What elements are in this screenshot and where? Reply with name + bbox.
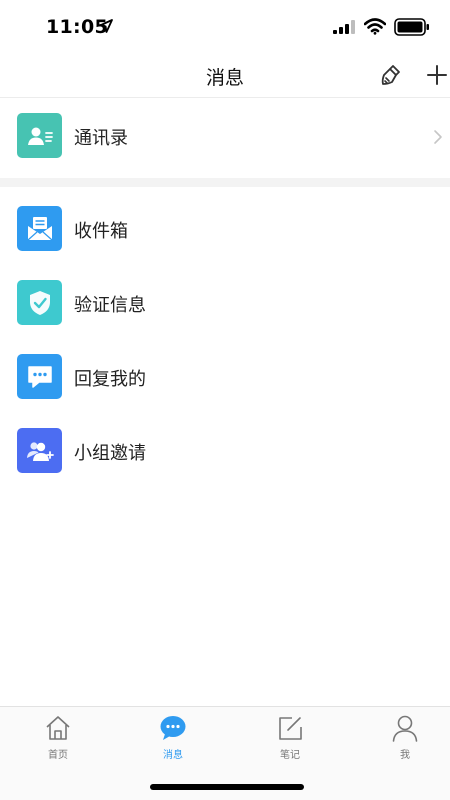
tab-me[interactable]: 我 — [360, 713, 450, 773]
tab-label: 笔记 — [280, 750, 300, 761]
mail-inbox-icon — [27, 216, 52, 240]
chevron-right-icon — [434, 130, 442, 144]
tab-messages[interactable]: 消息 — [128, 713, 218, 773]
list-item-label: 收件箱 — [74, 221, 128, 242]
contacts-tile — [17, 113, 62, 158]
tab-notes[interactable]: 笔记 — [245, 713, 335, 773]
cellular-signal-icon — [333, 20, 355, 34]
contacts-row[interactable]: 通讯录 — [0, 100, 450, 172]
inbox-tile — [17, 206, 62, 251]
status-bar: 11:05 — [0, 0, 450, 54]
contacts-label: 通讯录 — [74, 128, 128, 149]
tab-label: 我 — [400, 750, 410, 761]
home-indicator — [150, 784, 304, 790]
list-item-label: 验证信息 — [74, 295, 146, 316]
list-item-group-invite[interactable]: 小组邀请 — [0, 413, 450, 485]
tab-label: 首页 — [48, 750, 68, 761]
list-item-verification[interactable]: 验证信息 — [0, 265, 450, 337]
chat-bubble-icon — [27, 365, 52, 388]
chat-bubble-icon — [160, 716, 186, 740]
person-icon — [392, 715, 418, 742]
shield-check-icon — [29, 290, 50, 315]
edit-note-icon — [279, 717, 302, 740]
list-item-label: 回复我的 — [74, 369, 146, 390]
wifi-icon — [364, 18, 386, 35]
group-add-icon — [26, 441, 54, 461]
location-arrow-icon — [99, 19, 113, 33]
group-invite-tile — [17, 428, 62, 473]
broom-icon[interactable] — [378, 62, 404, 88]
list-item-label: 小组邀请 — [74, 443, 146, 464]
replies-tile — [17, 354, 62, 399]
nav-bar: 消息 — [0, 54, 450, 98]
home-icon — [46, 716, 70, 740]
list-item-replies[interactable]: 回复我的 — [0, 340, 450, 412]
tab-home[interactable]: 首页 — [13, 713, 103, 773]
verification-tile — [17, 280, 62, 325]
battery-icon — [394, 18, 429, 36]
section-divider — [0, 178, 450, 187]
list-item-inbox[interactable]: 收件箱 — [0, 192, 450, 264]
plus-icon[interactable] — [424, 62, 450, 88]
contact-card-icon — [27, 127, 53, 145]
tab-label: 消息 — [163, 750, 183, 761]
